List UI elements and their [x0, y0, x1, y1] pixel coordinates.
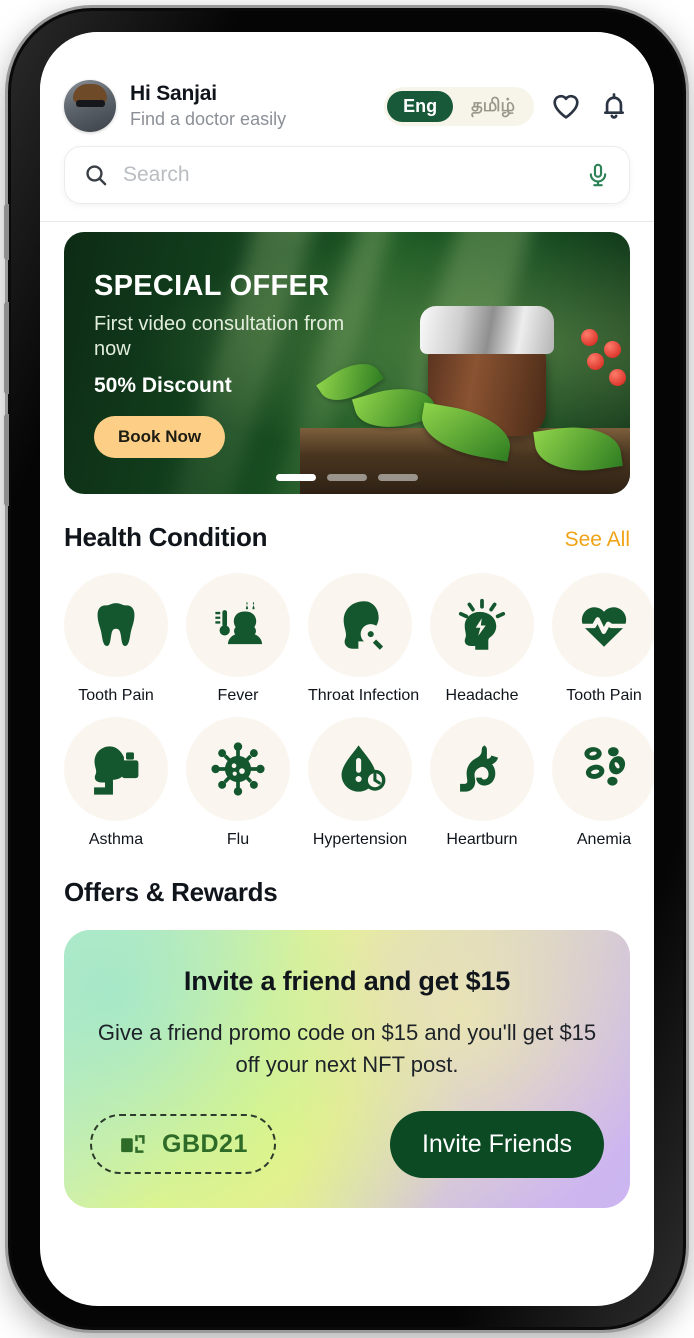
carousel-dot-1[interactable] — [276, 474, 316, 481]
search-bar[interactable] — [64, 146, 630, 204]
greeting-name: Hi Sanjai — [130, 82, 217, 105]
condition-icon-wrap — [552, 573, 654, 677]
condition-item-anemia[interactable]: Anemia — [552, 717, 654, 849]
condition-label: Tooth Pain — [566, 687, 642, 704]
carousel-dots — [64, 474, 630, 481]
greeting-row: Hi Sanjai Find a doctor easily Eng தமிழ் — [64, 78, 630, 134]
condition-item-asthma[interactable]: Asthma — [64, 717, 168, 849]
see-all-link[interactable]: See All — [565, 528, 630, 552]
health-condition-header: Health Condition See All — [40, 522, 654, 553]
fever-thermometer-icon — [215, 602, 263, 645]
blood-pressure-drop-icon — [341, 745, 386, 792]
banner-discount: 50% Discount — [94, 374, 232, 397]
avatar[interactable] — [64, 80, 116, 132]
banner-text-block: SPECIAL OFFER First video consultation f… — [94, 270, 384, 458]
banner-title: SPECIAL OFFER — [94, 270, 330, 302]
carousel-dot-2[interactable] — [327, 474, 367, 481]
throat-infection-icon — [343, 601, 384, 650]
condition-icon-wrap — [552, 717, 654, 821]
condition-label: Anemia — [576, 831, 632, 848]
condition-label: Flu — [226, 831, 250, 848]
health-condition-grid[interactable]: Tooth Pain Fever Throat Infection Headac… — [40, 553, 654, 849]
phone-screen: Hi Sanjai Find a doctor easily Eng தமிழ் — [40, 32, 654, 1306]
condition-item-headache[interactable]: Headache — [430, 573, 534, 705]
bell-icon[interactable] — [598, 90, 630, 122]
copy-icon — [121, 1135, 145, 1154]
scroll-content[interactable]: SPECIAL OFFER First video consultation f… — [40, 223, 654, 1306]
invite-friends-button[interactable]: Invite Friends — [389, 1110, 604, 1178]
promo-code-pill[interactable]: GBD21 — [90, 1114, 276, 1175]
condition-icon-wrap — [64, 717, 168, 821]
referral-actions: GBD21 Invite Friends — [90, 1110, 604, 1178]
health-condition-title: Health Condition — [64, 522, 268, 552]
condition-item-hypertension[interactable]: Hypertension — [308, 717, 412, 849]
volume-down-button[interactable] — [4, 414, 9, 506]
language-option-tamil[interactable]: தமிழ் — [455, 90, 531, 123]
offers-title: Offers & Rewards — [64, 877, 278, 907]
condition-label: Throat Infection — [308, 687, 420, 704]
referral-description: Give a friend promo code on $15 and you'… — [97, 1020, 597, 1077]
condition-icon-wrap — [430, 573, 534, 677]
headache-icon — [458, 598, 506, 650]
condition-icon-wrap — [64, 573, 168, 677]
stomach-icon — [460, 745, 499, 792]
condition-item-heartburn[interactable]: Heartburn — [430, 717, 534, 849]
condition-icon-wrap — [308, 573, 412, 677]
referral-title: Invite a friend and get $15 — [183, 966, 511, 996]
condition-item-fever[interactable]: Fever — [186, 573, 290, 705]
greeting-text: Hi Sanjai Find a doctor easily — [130, 82, 286, 130]
referral-card: Invite a friend and get $15 Give a frien… — [64, 930, 630, 1208]
condition-label: Asthma — [88, 831, 144, 848]
condition-label: Heartburn — [446, 831, 518, 848]
condition-icon-wrap — [308, 717, 412, 821]
promo-banner[interactable]: SPECIAL OFFER First video consultation f… — [64, 232, 630, 494]
asthma-inhaler-icon — [94, 746, 139, 795]
tooth-icon — [97, 603, 135, 646]
condition-row: Asthma Flu Hypertension Heartburn Anemia — [64, 717, 654, 849]
condition-icon-wrap — [430, 717, 534, 821]
condition-item-flu[interactable]: Flu — [186, 717, 290, 849]
condition-icon-wrap — [186, 717, 290, 821]
condition-row: Tooth Pain Fever Throat Infection Headac… — [64, 573, 654, 705]
header-actions: Eng தமிழ் — [384, 86, 630, 126]
condition-icon-wrap — [186, 573, 290, 677]
search-icon — [86, 165, 107, 186]
condition-item-throat-infection[interactable]: Throat Infection — [308, 573, 420, 705]
microphone-icon[interactable] — [585, 162, 611, 188]
heart-icon[interactable] — [550, 90, 582, 122]
banner-subtitle: First video consultation from now — [94, 313, 345, 360]
blood-cells-icon — [584, 747, 626, 786]
language-toggle[interactable]: Eng தமிழ் — [384, 86, 534, 126]
virus-icon — [211, 742, 265, 796]
condition-label: Tooth Pain — [78, 687, 154, 704]
greeting-subtitle: Find a doctor easily — [130, 108, 287, 129]
offers-header: Offers & Rewards — [40, 877, 654, 908]
book-now-button[interactable]: Book Now — [94, 416, 226, 458]
condition-label: Hypertension — [312, 831, 408, 848]
condition-label: Fever — [217, 687, 259, 704]
heartbeat-icon — [579, 607, 629, 647]
condition-label: Headache — [445, 687, 519, 704]
condition-item-tooth-pain-2[interactable]: Tooth Pain — [552, 573, 654, 705]
volume-up-button[interactable] — [4, 302, 9, 394]
language-option-eng[interactable]: Eng — [387, 90, 454, 122]
promo-code-text: GBD21 — [162, 1129, 248, 1158]
condition-item-tooth-pain[interactable]: Tooth Pain — [64, 573, 168, 705]
search-input[interactable] — [123, 163, 585, 187]
silent-switch[interactable] — [4, 204, 9, 260]
carousel-dot-3[interactable] — [378, 474, 418, 481]
